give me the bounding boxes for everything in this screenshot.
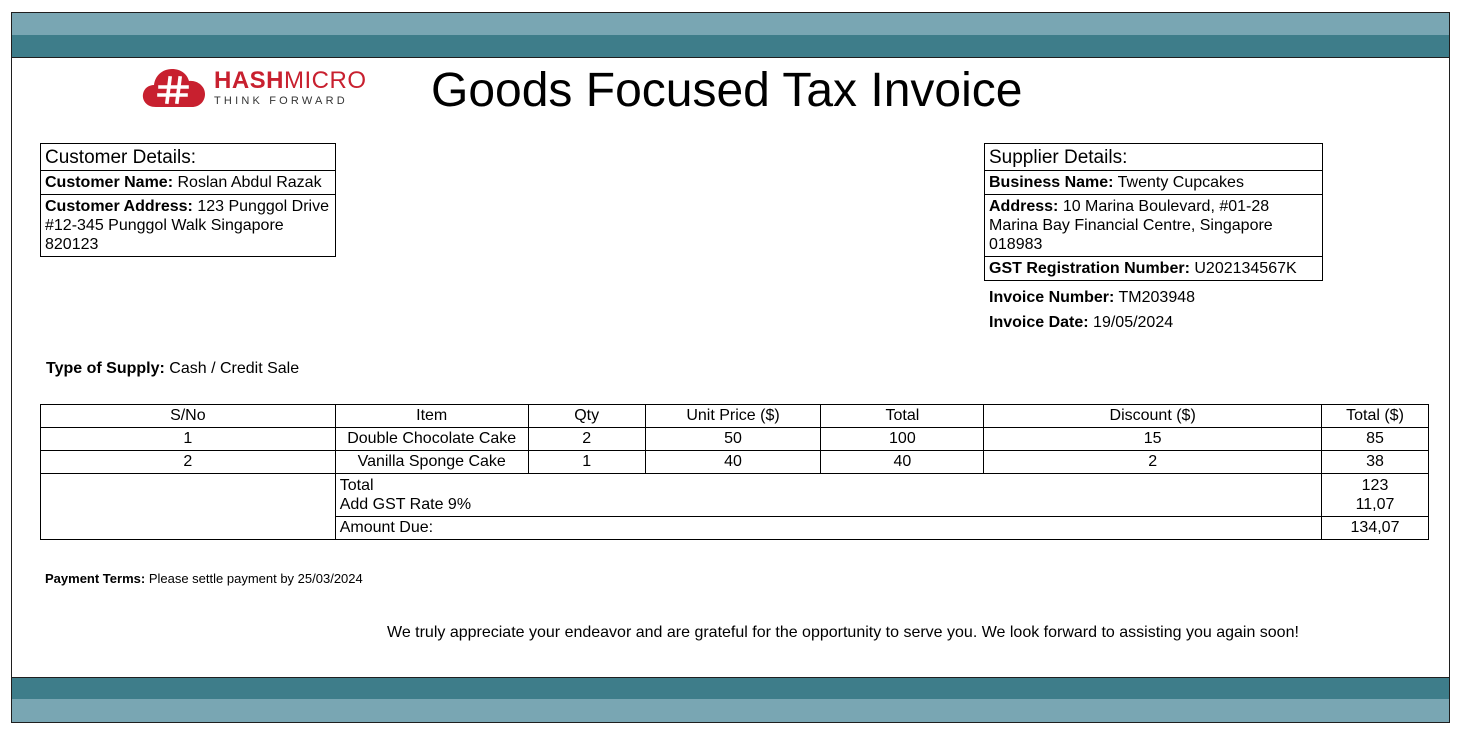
top-band-dark (12, 35, 1449, 57)
cell-qty: 1 (527, 450, 646, 474)
supplier-details-heading: Supplier Details: (985, 144, 1322, 171)
customer-address-label: Customer Address: (45, 198, 193, 215)
summary-total-value: 123 (1361, 477, 1389, 494)
supplier-address-line1: 10 Marina Boulevard, #01-28 (1062, 198, 1270, 215)
supplier-address-label: Address: (989, 198, 1059, 215)
supplier-address-line2: Marina Bay Financial Centre, Singapore 0… (989, 217, 1273, 253)
cell-discount: 2 (983, 450, 1322, 474)
customer-name: Roslan Abdul Razak (177, 174, 322, 191)
bottom-band-dark (12, 678, 1449, 699)
customer-details-heading: Customer Details: (41, 144, 335, 171)
supplier-business-label: Business Name: (989, 174, 1114, 191)
cell-total: 100 (820, 427, 985, 451)
items-table: S/No Item Qty Unit Price ($) Total Disco… (40, 404, 1429, 540)
cell-discount: 15 (983, 427, 1322, 451)
invoice-date-label: Invoice Date: (989, 314, 1089, 331)
invoice-number-line: Invoice Number: TM203948 (989, 289, 1195, 307)
column-header-discount: Discount ($) (983, 404, 1322, 428)
supplier-gst-number: U202134567K (1194, 260, 1297, 277)
customer-name-row: Customer Name: Roslan Abdul Razak (41, 171, 335, 195)
cell-line-total: 85 (1321, 427, 1429, 451)
customer-details-box: Customer Details: Customer Name: Roslan … (40, 143, 336, 257)
supply-type-label: Type of Supply: (46, 360, 165, 377)
customer-address-line2: #12-345 Punggol Walk Singapore 820123 (45, 217, 284, 253)
column-header-qty: Qty (527, 404, 646, 428)
logo-brand-micro: MICRO (284, 67, 367, 94)
summary-row: Total Add GST Rate 9% 123 11,07 (40, 473, 1429, 540)
cell-qty: 2 (527, 427, 646, 451)
column-header-item: Item (334, 404, 529, 428)
column-header-total: Total (820, 404, 985, 428)
invoice-number: TM203948 (1118, 289, 1196, 306)
invoice-page: HASHMICRO THINK FORWARD Goods Focused Ta… (11, 12, 1450, 723)
amount-due-value: 134,07 (1321, 516, 1429, 540)
summary-blank-cell (40, 473, 336, 540)
summary-gst-value: 11,07 (1355, 496, 1395, 513)
table-header-row: S/No Item Qty Unit Price ($) Total Disco… (40, 404, 1429, 428)
top-band-light (12, 13, 1449, 35)
cloud-hash-icon (142, 69, 205, 107)
logo-tagline: THINK FORWARD (214, 95, 348, 107)
table-row: 1 Double Chocolate Cake 2 50 100 15 85 (40, 427, 1429, 451)
cell-unit-price: 50 (644, 427, 822, 451)
thank-you-message: We truly appreciate your endeavor and ar… (387, 624, 1299, 641)
supply-type-line: Type of Supply: Cash / Credit Sale (46, 360, 299, 378)
supply-type-value: Cash / Credit Sale (169, 360, 300, 377)
amount-due-label: Amount Due: (334, 516, 1323, 540)
customer-address-line1: 123 Punggol Drive (197, 198, 329, 215)
supplier-gst-label: GST Registration Number: (989, 260, 1190, 277)
bottom-band-light (12, 699, 1449, 722)
supplier-business-row: Business Name: Twenty Cupcakes (985, 171, 1322, 195)
company-logo: HASHMICRO THINK FORWARD (142, 67, 382, 109)
supplier-address-row: Address: 10 Marina Boulevard, #01-28 Mar… (985, 195, 1322, 257)
logo-brand-hash: HASH (214, 67, 285, 94)
column-header-line-total: Total ($) (1321, 404, 1429, 428)
payment-terms-value: Please settle payment by 25/03/2024 (148, 571, 363, 586)
payment-terms-label: Payment Terms: (45, 571, 146, 586)
summary-gst-label: Add GST Rate 9% (339, 496, 472, 513)
supplier-details-box: Supplier Details: Business Name: Twenty … (984, 143, 1323, 281)
invoice-date-line: Invoice Date: 19/05/2024 (989, 314, 1173, 332)
cell-total: 40 (820, 450, 985, 474)
customer-address-row: Customer Address: 123 Punggol Drive #12-… (41, 195, 335, 256)
cell-sno: 1 (40, 427, 336, 451)
top-divider (12, 57, 1449, 58)
supplier-business-name: Twenty Cupcakes (1117, 174, 1244, 191)
cell-item: Vanilla Sponge Cake (334, 450, 529, 474)
summary-labels-cell: Total Add GST Rate 9% (334, 473, 1323, 517)
invoice-number-label: Invoice Number: (989, 289, 1115, 306)
table-row: 2 Vanilla Sponge Cake 1 40 40 2 38 (40, 450, 1429, 474)
column-header-unit-price: Unit Price ($) (644, 404, 822, 428)
cell-unit-price: 40 (644, 450, 822, 474)
cell-item: Double Chocolate Cake (334, 427, 529, 451)
supplier-gst-row: GST Registration Number: U202134567K (985, 257, 1322, 280)
cell-sno: 2 (40, 450, 336, 474)
customer-name-label: Customer Name: (45, 174, 174, 191)
summary-total-label: Total (339, 477, 374, 494)
payment-terms-line: Payment Terms: Please settle payment by … (45, 571, 363, 586)
invoice-date: 19/05/2024 (1093, 314, 1174, 331)
page-title: Goods Focused Tax Invoice (431, 64, 1023, 117)
summary-values-cell: 123 11,07 (1321, 473, 1429, 517)
cell-line-total: 38 (1321, 450, 1429, 474)
logo-wordmark: HASHMICRO THINK FORWARD (214, 67, 367, 107)
column-header-sno: S/No (40, 404, 336, 428)
